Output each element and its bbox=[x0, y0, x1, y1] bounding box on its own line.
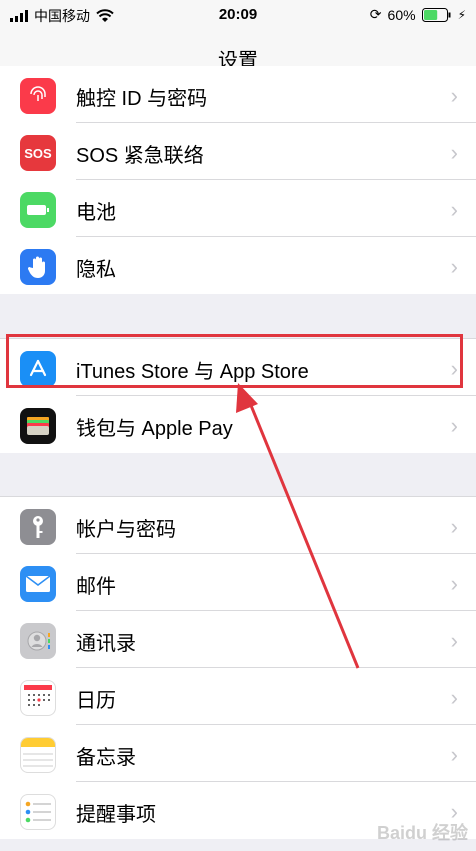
settings-row-label: 提醒事项 bbox=[76, 804, 156, 826]
settings-row-label: 邮件 bbox=[76, 576, 116, 598]
chevron-right-icon: › bbox=[450, 197, 458, 222]
charging-icon: ⚡ bbox=[457, 7, 466, 22]
hand-icon bbox=[20, 249, 56, 285]
settings-row-wallet[interactable]: 钱包与 Apple Pay › bbox=[0, 396, 476, 453]
settings-row-calendar[interactable]: 日历 › bbox=[0, 668, 476, 725]
wallet-icon bbox=[20, 408, 56, 444]
chevron-right-icon: › bbox=[450, 685, 458, 710]
battery-percent: 60% bbox=[387, 6, 416, 23]
settings-row-label: 日历 bbox=[76, 690, 116, 712]
chevron-right-icon: › bbox=[450, 413, 458, 438]
fingerprint-icon bbox=[20, 78, 56, 114]
highlight-box bbox=[6, 334, 463, 388]
key-icon bbox=[20, 509, 56, 545]
mail-icon bbox=[20, 566, 56, 602]
settings-row-notes[interactable]: 备忘录 › bbox=[0, 725, 476, 782]
chevron-right-icon: › bbox=[450, 140, 458, 165]
settings-row-mail[interactable]: 邮件 › bbox=[0, 554, 476, 611]
settings-row-contacts[interactable]: 通讯录 › bbox=[0, 611, 476, 668]
settings-row-label: 隐私 bbox=[76, 259, 116, 281]
calendar-icon bbox=[20, 680, 56, 716]
settings-row-accounts-passwords[interactable]: 帐户与密码 › bbox=[0, 497, 476, 554]
settings-group-accounts: 帐户与密码 › 邮件 › 通讯录 › 日历 › 备忘录 › 提醒事项 › bbox=[0, 496, 476, 839]
settings-row-label: 钱包与 Apple Pay bbox=[76, 418, 233, 440]
settings-row-label: 帐户与密码 bbox=[76, 519, 176, 541]
settings-row-touch-id[interactable]: 触控 ID 与密码 › bbox=[0, 66, 476, 123]
status-bar: 中国移动 20:09 ⟳ 60% ⚡ bbox=[0, 0, 476, 30]
chevron-right-icon: › bbox=[450, 628, 458, 653]
chevron-right-icon: › bbox=[450, 254, 458, 279]
settings-row-label: 触控 ID 与密码 bbox=[76, 88, 208, 110]
sos-icon: SOS bbox=[20, 135, 56, 171]
sos-icon-text: SOS bbox=[24, 145, 52, 161]
chevron-right-icon: › bbox=[450, 514, 458, 539]
battery-status-icon bbox=[421, 7, 451, 22]
status-right: ⟳ 60% ⚡ bbox=[370, 6, 466, 23]
settings-row-battery[interactable]: 电池 › bbox=[0, 180, 476, 237]
settings-row-label: 通讯录 bbox=[76, 633, 136, 655]
watermark: Baidu 经验 bbox=[376, 823, 468, 843]
settings-row-label: 备忘录 bbox=[76, 747, 136, 769]
contacts-icon bbox=[20, 623, 56, 659]
settings-row-label: 电池 bbox=[76, 202, 116, 224]
chevron-right-icon: › bbox=[450, 742, 458, 767]
chevron-right-icon: › bbox=[450, 571, 458, 596]
battery-icon bbox=[20, 192, 56, 228]
rotation-lock-icon: ⟳ bbox=[369, 6, 382, 22]
settings-row-sos[interactable]: SOS SOS 紧急联络 › bbox=[0, 123, 476, 180]
notes-icon bbox=[20, 737, 56, 773]
settings-group-security: 触控 ID 与密码 › SOS SOS 紧急联络 › 电池 › 隐私 › bbox=[0, 66, 476, 294]
settings-row-privacy[interactable]: 隐私 › bbox=[0, 237, 476, 294]
reminders-icon bbox=[20, 794, 56, 830]
chevron-right-icon: › bbox=[450, 83, 458, 108]
settings-row-label: SOS 紧急联络 bbox=[76, 145, 204, 167]
